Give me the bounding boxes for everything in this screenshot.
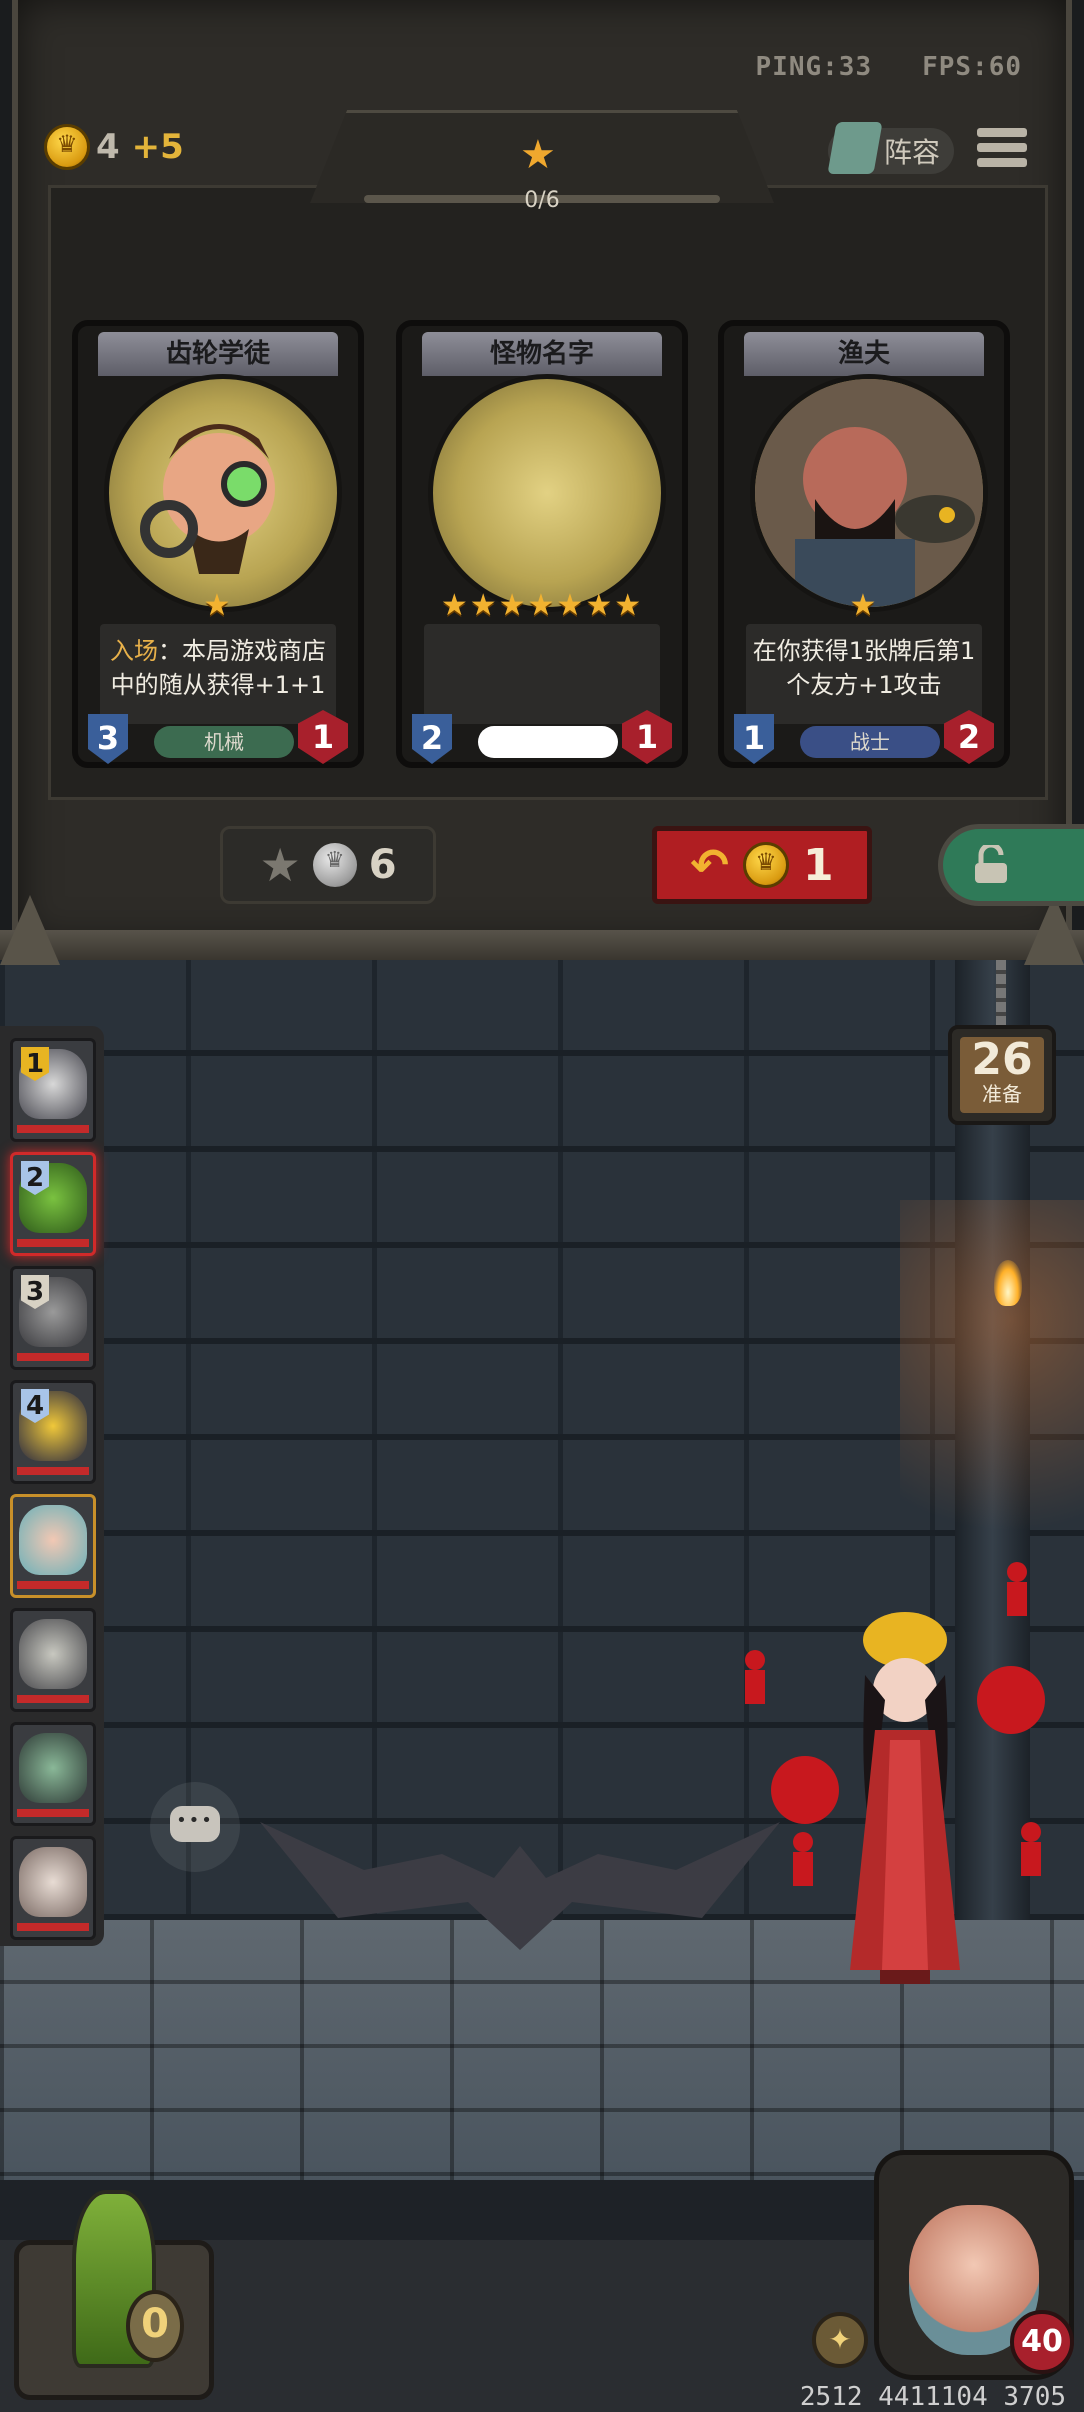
player-slot-3[interactable]: 3 [10, 1266, 96, 1370]
timer-value: 26 [971, 1034, 1033, 1085]
card-description [424, 624, 660, 724]
book-icon [827, 122, 883, 174]
shop-card-3[interactable]: 渔夫 ★ 在你获得1张牌后第1个友方+1攻击 1 战士 2 [718, 320, 1010, 768]
card-name: 齿轮学徒 [98, 332, 338, 376]
user-id: 2512 4411104 3705 [799, 2382, 1066, 2412]
card-cost-badge: 2 [412, 714, 452, 764]
refresh-arrow-icon: ↶ [690, 838, 729, 892]
resource-panel[interactable]: 0 [14, 2170, 214, 2400]
player-list: 1 2 3 4 [0, 1026, 104, 1946]
resource-count: 0 [126, 2290, 184, 2362]
refresh-cost: 1 [802, 839, 834, 891]
upgrade-cost: 6 [368, 842, 397, 888]
star-upgrade-icon: ★ [259, 838, 301, 892]
player-hp-bar [17, 1695, 89, 1703]
card-portrait [428, 374, 666, 612]
upgrade-tavern-button[interactable]: ★ 6 [220, 826, 436, 904]
player-slot-8[interactable] [10, 1836, 96, 1940]
card-name: 渔夫 [744, 332, 984, 376]
player-avatar [19, 1847, 87, 1917]
card-cost-badge: 3 [88, 714, 128, 764]
player-hp-bar [17, 1581, 89, 1589]
player-avatar [19, 1619, 87, 1689]
card-cost-badge: 1 [734, 714, 774, 764]
silver-coin-icon [312, 843, 357, 887]
star-icon: ★ [520, 132, 556, 178]
card-tribe: 战士 [800, 726, 940, 758]
tier-progress-text: 0/6 [524, 188, 560, 213]
player-hp-bar [17, 1467, 89, 1475]
card-name: 怪物名字 [422, 332, 662, 376]
shop-card-1[interactable]: 齿轮学徒 ★ 入场：本局游戏商店中的随从获得+1+1 3 机械 1 [72, 320, 364, 768]
player-hp-bar [17, 1923, 89, 1931]
lineup-button[interactable]: 阵容 [827, 122, 955, 174]
player-hp-bar [17, 1125, 89, 1133]
torch-flame-icon [994, 1260, 1022, 1306]
red-doll-ornaments [745, 1562, 1045, 1886]
card-tribe: 机械 [154, 726, 294, 758]
game-screen: 26 准备 1 2 3 4 ••• PING:33 FPS:60 ♛ 4 +5 … [0, 0, 1084, 2412]
timer-chain [996, 960, 1006, 1026]
panel-rail [0, 930, 1084, 960]
network-status: PING:33 FPS:60 [756, 52, 1022, 82]
refresh-button[interactable]: ↶ 1 [652, 826, 872, 904]
gold-income: +5 [131, 127, 184, 167]
card-description: 在你获得1张牌后第1个友方+1攻击 [746, 624, 982, 724]
player-slot-4[interactable]: 4 [10, 1380, 96, 1484]
hero-health: 40 [1010, 2310, 1074, 2374]
card-portrait [750, 374, 988, 612]
menu-icon[interactable] [977, 128, 1027, 176]
lineup-label: 阵容 [884, 136, 941, 169]
card-stars: ★ [849, 588, 879, 623]
player-slot-2[interactable]: 2 [10, 1152, 96, 1256]
shop-card-2[interactable]: 怪物名字 ★★★★★★★ 2 1 [396, 320, 688, 768]
fps-readout: FPS:60 [922, 52, 1022, 82]
chat-bubble-icon [170, 1806, 220, 1842]
round-timer: 26 准备 [948, 1025, 1056, 1125]
gold-amount: 4 [96, 127, 120, 167]
player-avatar [19, 1505, 87, 1575]
card-stars: ★ [203, 588, 233, 623]
player-slot-1[interactable]: 1 [10, 1038, 96, 1142]
ping-readout: PING:33 [755, 52, 873, 82]
unlock-icon [975, 845, 1007, 883]
torch-glow [900, 1200, 1084, 1600]
card-description: 入场：本局游戏商店中的随从获得+1+1 [100, 624, 336, 724]
gold-display: 4 +5 [44, 124, 184, 170]
card-portrait [104, 374, 342, 612]
player-hp-bar [17, 1809, 89, 1817]
gold-coin-icon [44, 124, 90, 170]
timer-label: 准备 [982, 1082, 1022, 1106]
chat-button[interactable] [150, 1782, 240, 1872]
card-tribe [478, 726, 618, 758]
player-slot-7[interactable] [10, 1722, 96, 1826]
player-slot-5[interactable] [10, 1494, 96, 1598]
player-slot-6[interactable] [10, 1608, 96, 1712]
gold-coin-icon [742, 842, 789, 888]
player-hp-bar [17, 1353, 89, 1361]
card-stars: ★★★★★★★ [440, 588, 644, 623]
player-avatar [19, 1733, 87, 1803]
hero-power-icon[interactable]: ✦ [812, 2312, 868, 2368]
lock-shop-button[interactable] [938, 824, 1084, 906]
player-hp-bar [17, 1239, 89, 1247]
